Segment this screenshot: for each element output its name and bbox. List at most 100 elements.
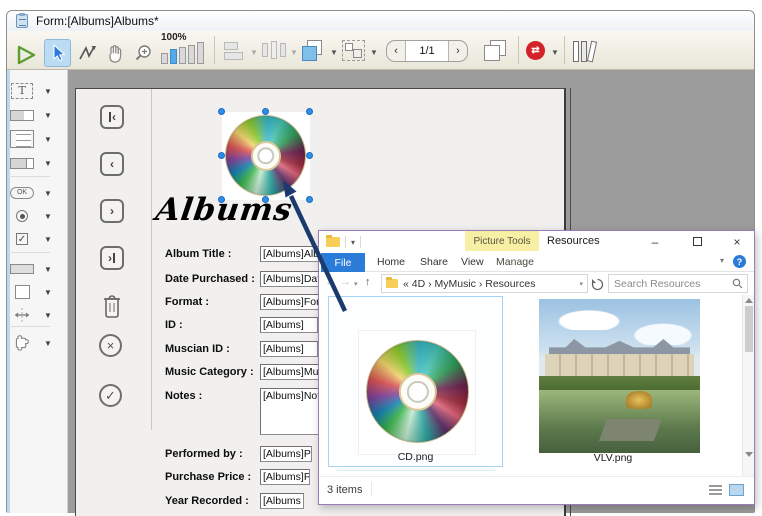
field-input[interactable]: [Albums]Per [260, 446, 312, 462]
combo-box-icon [8, 158, 36, 169]
selection-handle-e[interactable] [306, 152, 313, 159]
delete-record-button[interactable] [99, 290, 125, 320]
tab-share[interactable]: Share [420, 256, 448, 268]
distribute-objects-button[interactable] [262, 41, 286, 61]
close-button[interactable]: × [726, 233, 748, 250]
palette-text-tool[interactable]: T▼ [8, 80, 58, 102]
form-column-divider [151, 89, 152, 430]
field-label: ID : [165, 319, 183, 331]
search-box[interactable]: Search Resources [608, 274, 748, 293]
zoom-step-2-active[interactable] [170, 49, 177, 64]
quick-access-dropdown-icon[interactable]: ▾ [351, 238, 355, 247]
button-tool-icon: OK [8, 187, 36, 199]
execute-form-button[interactable] [13, 42, 39, 68]
previous-page-button[interactable]: ‹ [387, 41, 405, 61]
tab-view[interactable]: View [461, 256, 484, 268]
align-objects-button[interactable] [224, 42, 246, 60]
palette-input-tool[interactable]: ▼ [8, 104, 58, 126]
accept-button[interactable]: ✓ [99, 384, 122, 407]
field-label: Notes : [165, 390, 202, 402]
address-dropdown-icon[interactable]: ▾ [579, 280, 583, 288]
next-page-button[interactable]: › [449, 41, 467, 61]
ribbon-collapse-icon[interactable]: ▾ [720, 256, 724, 265]
refresh-icon[interactable] [591, 278, 604, 291]
zoom-step-3[interactable] [179, 47, 186, 64]
field-input[interactable]: [Albums] [260, 341, 318, 357]
palette-plugin-tool[interactable]: ▼ [8, 332, 58, 354]
group-objects-button[interactable] [342, 40, 366, 62]
maximize-button[interactable] [686, 233, 708, 250]
form-editor-titlebar[interactable]: Form:[Albums]Albums* [7, 11, 754, 31]
cd-picture-object[interactable] [222, 112, 310, 200]
form-pages-button[interactable] [484, 40, 510, 64]
address-folder-icon [386, 279, 398, 288]
thumbnail-view-button[interactable] [729, 484, 744, 496]
zoom-step-1[interactable] [161, 53, 168, 64]
palette-button-tool[interactable]: OK▼ [8, 182, 58, 204]
selection-handle-nw[interactable] [218, 108, 225, 115]
previous-record-button[interactable]: ‹ [100, 152, 124, 176]
palette-radio-tool[interactable]: ▼ [8, 205, 58, 227]
palette-listbox-tool[interactable]: ▼ [8, 128, 58, 150]
zoom-level-label: 100% [161, 32, 187, 43]
selection-handle-se[interactable] [306, 196, 313, 203]
selection-handle-ne[interactable] [306, 108, 313, 115]
palette-checkbox-tool[interactable]: ✓▼ [8, 228, 58, 250]
form-document-icon [16, 14, 28, 28]
cursor-arrow-icon [49, 43, 67, 63]
pan-tool-button[interactable] [102, 40, 127, 66]
last-record-button[interactable]: › [100, 246, 124, 270]
recent-locations-icon[interactable]: ▾ [354, 280, 358, 288]
palette-splitter-tool[interactable]: ▼ [8, 304, 58, 326]
form-heading[interactable]: Albums [153, 192, 294, 228]
forward-icon[interactable]: → [340, 276, 351, 288]
tab-file[interactable]: File [321, 253, 365, 272]
breadcrumb[interactable]: « 4D › MyMusic › Resources [403, 278, 535, 290]
next-record-button[interactable]: › [100, 199, 124, 223]
address-bar[interactable]: « 4D › MyMusic › Resources ▾ [381, 274, 588, 293]
field-input[interactable]: [Albums [260, 493, 304, 509]
zoom-step-4[interactable] [188, 45, 195, 64]
tab-home[interactable]: Home [377, 256, 405, 268]
distribute-dropdown-arrow[interactable]: ▼ [290, 48, 298, 57]
page-indicator: 1/1 [405, 41, 449, 61]
explorer-scrollbar[interactable] [742, 295, 754, 476]
minimize-button[interactable]: – [644, 233, 666, 250]
palette-rectangle-tool[interactable]: ▼ [8, 281, 58, 303]
picture-tools-contextual-tab[interactable]: Picture Tools [465, 231, 539, 251]
scroll-thumb[interactable] [745, 306, 753, 352]
align-dropdown-arrow[interactable]: ▼ [250, 48, 258, 57]
badges-dropdown-arrow[interactable]: ▼ [551, 48, 559, 57]
badges-button[interactable]: ⇄ [526, 41, 545, 60]
file-item-cd[interactable]: CD.png [328, 296, 503, 467]
field-input[interactable]: [Albums] [260, 317, 318, 333]
address-bar-row: ← → ▾ ↑ « 4D › MyMusic › Resources ▾ Sea… [319, 272, 754, 295]
first-record-button[interactable]: ‹ [100, 105, 124, 129]
up-icon[interactable]: ↑ [365, 276, 371, 288]
scroll-down-icon[interactable] [745, 452, 753, 457]
layering-dropdown-arrow[interactable]: ▼ [330, 48, 338, 57]
layering-button[interactable] [302, 40, 326, 62]
cancel-button[interactable]: × [99, 334, 122, 357]
entry-order-tool-button[interactable] [75, 40, 99, 66]
scroll-up-icon[interactable] [745, 298, 753, 303]
file-list[interactable]: CD.png VLV.png [320, 295, 743, 476]
object-library-button[interactable] [572, 39, 600, 65]
palette-combobox-tool[interactable]: ▼ [8, 152, 58, 174]
palette-static-tool[interactable]: ▼ [8, 258, 58, 280]
back-icon[interactable]: ← [325, 276, 336, 288]
details-view-button[interactable] [709, 485, 722, 496]
selection-handle-n[interactable] [262, 108, 269, 115]
group-dropdown-arrow[interactable]: ▼ [370, 48, 378, 57]
file-item-vlv[interactable]: VLV.png [523, 296, 703, 467]
explorer-window: ▾ Picture Tools Resources – × File Home … [318, 230, 755, 505]
selection-tool-button[interactable] [44, 39, 71, 67]
selection-handle-w[interactable] [218, 152, 225, 159]
hand-icon [104, 42, 125, 64]
zoom-tool-button[interactable] [130, 40, 155, 66]
zoom-step-5[interactable] [197, 42, 204, 64]
help-icon[interactable]: ? [733, 255, 746, 268]
window-title: Form:[Albums]Albums* [36, 14, 159, 28]
field-input[interactable]: [Albums]P [260, 469, 310, 485]
tab-manage[interactable]: Manage [491, 256, 539, 268]
